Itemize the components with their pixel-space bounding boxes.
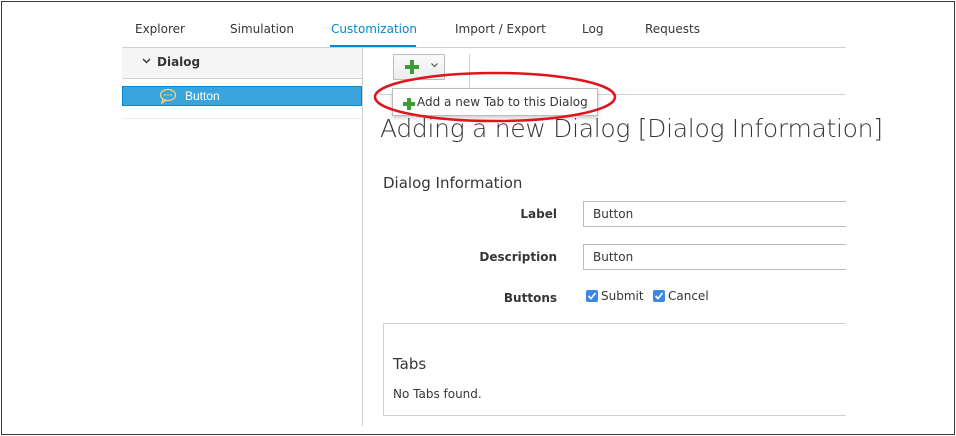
label-input[interactable]: Button	[583, 201, 846, 227]
active-tab-indicator	[330, 45, 416, 47]
tree-item-button[interactable]: Button	[122, 86, 362, 106]
tab-log[interactable]: Log	[582, 22, 603, 36]
description-input[interactable]: Button	[583, 244, 846, 270]
tree-header-label: Dialog	[157, 55, 201, 69]
top-nav: Explorer Simulation Customization Import…	[122, 16, 846, 48]
annotation-circle	[373, 71, 617, 123]
tree-divider	[122, 118, 362, 119]
cancel-checkbox-label[interactable]: Cancel	[668, 289, 709, 303]
label-input-value: Button	[593, 207, 634, 221]
tree-item-label: Button	[185, 89, 220, 103]
tabs-panel: Tabs No Tabs found.	[383, 323, 846, 416]
submit-checkbox[interactable]	[586, 290, 598, 302]
check-icon	[654, 292, 664, 300]
tabs-section-title: Tabs	[393, 355, 427, 373]
tab-explorer[interactable]: Explorer	[135, 22, 185, 36]
sidebar: Dialog Button	[122, 48, 363, 426]
section-title: Dialog Information	[383, 174, 523, 192]
cancel-checkbox[interactable]	[653, 290, 665, 302]
description-input-value: Button	[593, 250, 634, 264]
chevron-down-icon[interactable]	[142, 56, 151, 67]
submit-checkbox-label[interactable]: Submit	[601, 289, 644, 303]
tabs-empty-message: No Tabs found.	[393, 387, 482, 401]
tab-requests[interactable]: Requests	[645, 22, 700, 36]
tree-header-dialog[interactable]: Dialog	[122, 48, 362, 79]
comment-bubble-icon	[159, 88, 177, 105]
tab-import-export[interactable]: Import / Export	[455, 22, 546, 36]
tab-simulation[interactable]: Simulation	[230, 22, 294, 36]
label-field-label: Label	[520, 207, 557, 221]
description-field-label: Description	[479, 250, 557, 264]
buttons-field-label: Buttons	[503, 291, 557, 305]
check-icon	[587, 292, 597, 300]
tab-customization[interactable]: Customization	[331, 22, 417, 36]
